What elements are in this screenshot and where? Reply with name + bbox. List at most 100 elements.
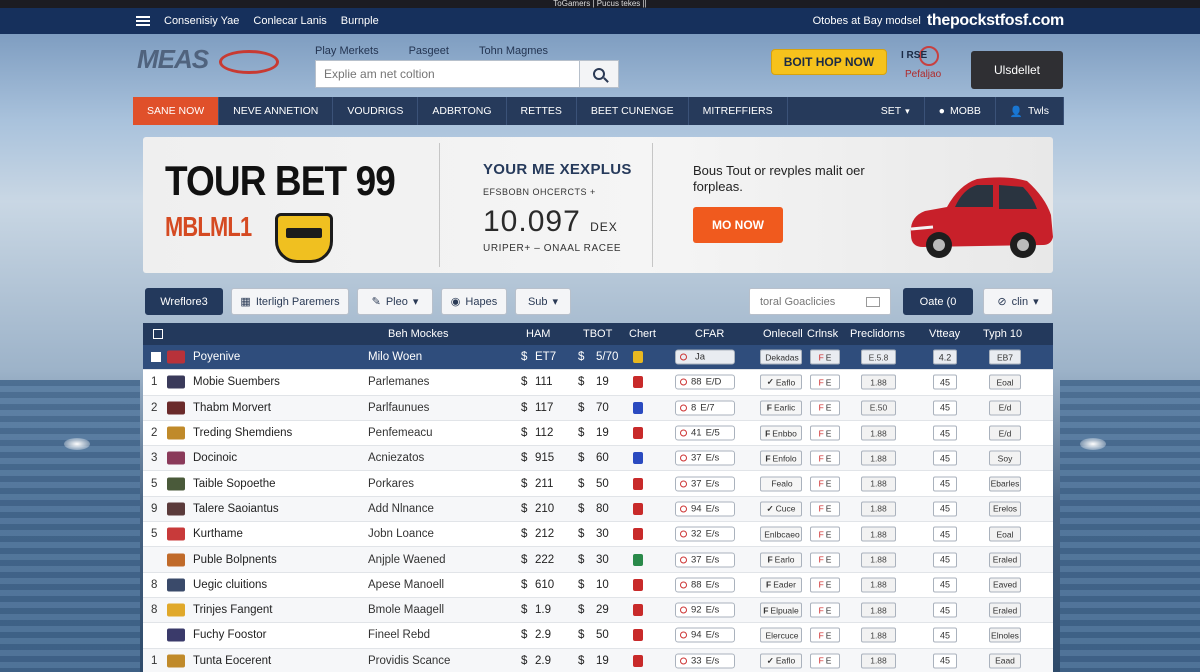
prediction-pill[interactable]: 1.88 [861,501,896,517]
table-row[interactable]: 5 Kurthame Jobn Loance $ 212 $ 30 32 E/s … [143,522,1053,548]
filter-dropdown[interactable]: Sub ▾ [515,288,571,315]
crlnsk-pill[interactable]: FE [810,450,840,466]
column-header[interactable]: CFAR [695,328,724,340]
table-row[interactable]: 9 Talere Saoiantus Add Nlnance $ 210 $ 8… [143,496,1053,523]
prediction-pill[interactable]: 1.88 [861,653,896,669]
typh-pill[interactable]: Soy [989,450,1021,466]
nav-item[interactable]: BEET CUNENGE [577,97,689,125]
prediction-pill[interactable]: 1.88 [861,526,896,542]
row-cfar-select[interactable]: 94 E/s [675,501,735,517]
column-header[interactable]: Chert [629,328,656,340]
crlnsk-pill[interactable]: FE [810,577,840,593]
onlecell-pill[interactable]: Enlbcaeo [760,526,802,542]
row-cfar-select[interactable]: 32 E/s [675,526,735,542]
prediction-pill[interactable]: 1.88 [861,425,896,441]
top-link[interactable]: Burnple [341,15,379,27]
onlecell-pill[interactable]: F Elpuale [760,602,802,618]
date-filter-button[interactable]: Oate (0 [903,288,973,315]
prediction-pill[interactable]: 1.88 [861,577,896,593]
column-header[interactable]: Crlnsk [807,328,838,340]
row-cfar-select[interactable]: 92 E/s [675,602,735,618]
onlecell-pill[interactable]: F Earlo [760,552,802,568]
row-cfar-select[interactable]: 94 E/s [675,627,735,643]
row-name[interactable]: Docinoic [193,452,237,464]
prediction-pill[interactable]: 1.88 [861,627,896,643]
hamburger-menu-icon[interactable] [136,16,150,26]
nav-item[interactable]: RETTES [507,97,577,125]
nav-item[interactable]: MITREFFIERS [689,97,788,125]
row-name[interactable]: Mobie Suembers [193,376,280,388]
prediction-pill[interactable]: E.5.8 [861,349,896,365]
site-domain[interactable]: thepockstfosf.com [927,12,1064,30]
onlecell-pill[interactable]: F Earlic [760,400,802,416]
filter-button-primary[interactable]: Wreflore3 [145,288,223,315]
row-cfar-select[interactable]: 88 E/s [675,577,735,593]
row-name[interactable]: Thabm Morvert [193,402,271,414]
filter-search[interactable]: toral Goaclicies [749,288,891,315]
row-name[interactable]: Puble Bolpnents [193,554,277,566]
top-link[interactable]: Conlecar Lanis [253,15,326,27]
prediction-pill[interactable]: E.50 [861,400,896,416]
onlecell-pill[interactable]: F Enfolo [760,450,802,466]
vtteay-pill[interactable]: 45 [933,577,957,593]
search-input[interactable] [315,60,579,88]
typh-pill[interactable]: Eraled [989,552,1021,568]
hero-cta-button[interactable]: MO NOW [693,207,783,243]
typh-pill[interactable]: Ebarles [989,476,1021,492]
select-all-checkbox[interactable] [153,329,163,339]
typh-pill[interactable]: EB7 [989,349,1021,365]
site-logo[interactable]: MEAS [137,42,287,90]
table-row[interactable]: Fuchy Foostor Fineel Rebd $ 2.9 $ 50 94 E… [143,623,1053,649]
typh-pill[interactable]: Eaved [989,577,1021,593]
row-cfar-select[interactable]: 8 E/7 [675,400,735,416]
typh-pill[interactable]: E/d [989,425,1021,441]
row-cfar-select[interactable]: Ja [675,349,735,365]
row-name[interactable]: Uegic cluitions [193,579,267,591]
nav-settings-dropdown[interactable]: SET ▾ [867,97,925,125]
prediction-pill[interactable]: 1.88 [861,450,896,466]
nav-item[interactable]: ADBRTONG [418,97,507,125]
onlecell-pill[interactable]: F Enbbo [760,425,802,441]
typh-pill[interactable]: Eoal [989,374,1021,390]
row-cfar-select[interactable]: 41 E/5 [675,425,735,441]
row-name[interactable]: Fuchy Foostor [193,629,267,641]
column-header[interactable]: Beh Mockes [388,328,449,340]
vtteay-pill[interactable]: 45 [933,476,957,492]
row-cfar-select[interactable]: 33 E/s [675,653,735,669]
vtteay-pill[interactable]: 45 [933,627,957,643]
top-link[interactable]: Consenisiy Yae [164,15,239,27]
filter-button[interactable]: ▦ Iterligh Paremers [231,288,349,315]
prediction-pill[interactable]: 1.88 [861,552,896,568]
nav-mobile[interactable]: ● MOBB [925,97,996,125]
row-name[interactable]: Trinjes Fangent [193,604,272,616]
typh-pill[interactable]: Elnoles [989,627,1021,643]
onlecell-pill[interactable]: ✓ Eaflo [760,653,802,669]
filter-dropdown[interactable]: ⊘ clin ▾ [983,288,1053,315]
nav-user[interactable]: 👤 Twls [996,97,1064,125]
vtteay-pill[interactable]: 45 [933,552,957,568]
onlecell-pill[interactable]: Elercuce [760,627,802,643]
header-link[interactable]: Tohn Magmes [479,45,548,57]
typh-pill[interactable]: E/d [989,400,1021,416]
search-button[interactable] [579,60,619,88]
crlnsk-pill[interactable]: FE [810,374,840,390]
typh-pill[interactable]: Eoal [989,526,1021,542]
vtteay-pill[interactable]: 45 [933,602,957,618]
nav-item[interactable]: NEVE ANNETION [219,97,334,125]
onlecell-pill[interactable]: Fealo [760,476,802,492]
crlnsk-pill[interactable]: FE [810,552,840,568]
partner-brand[interactable]: I RSE Pefaljao [901,46,965,82]
column-header[interactable]: TBOT [583,328,612,340]
filter-dropdown[interactable]: ✎ Pleo ▾ [357,288,433,315]
onlecell-pill[interactable]: ✓ Cuce [760,501,802,517]
column-header[interactable]: Vtteay [929,328,960,340]
prediction-pill[interactable]: 1.88 [861,476,896,492]
row-cfar-select[interactable]: 37 E/s [675,476,735,492]
prediction-pill[interactable]: 1.88 [861,374,896,390]
column-header[interactable]: Onlecell [763,328,803,340]
table-row[interactable]: 8 Uegic cluitions Apese Manoell $ 610 $ … [143,573,1053,598]
table-row[interactable]: 8 Trinjes Fangent Bmole Maagell $ 1.9 $ … [143,597,1053,624]
typh-pill[interactable]: Eraled [989,602,1021,618]
column-header[interactable]: Preclidorns [850,328,905,340]
filter-button[interactable]: ◉ Hapes [441,288,507,315]
